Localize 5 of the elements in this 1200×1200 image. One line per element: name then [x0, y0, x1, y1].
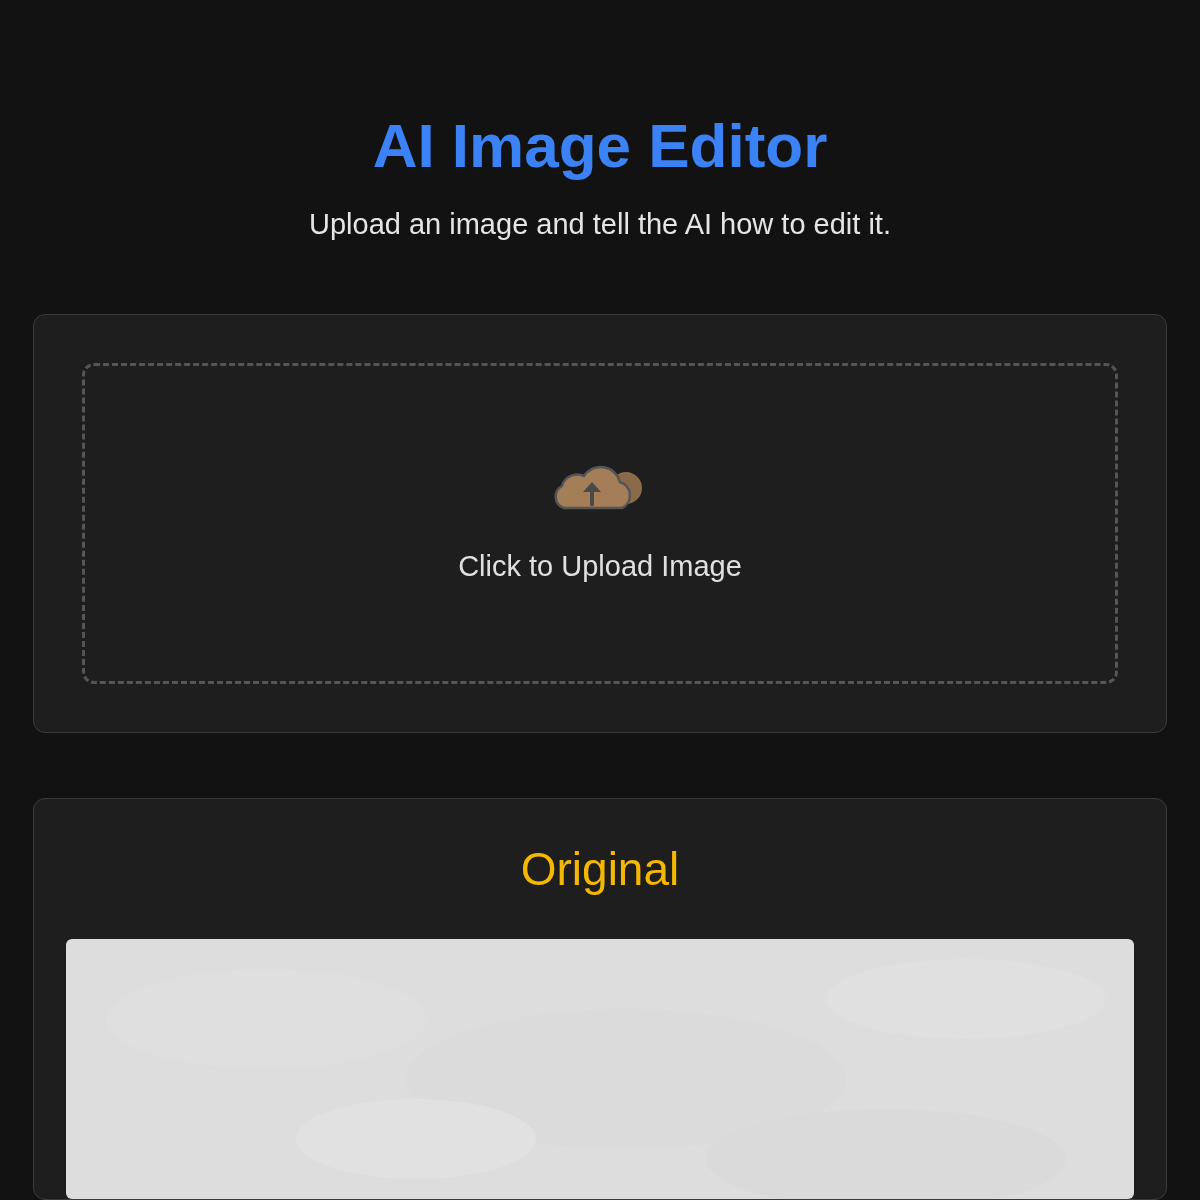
- upload-dropzone[interactable]: Click to Upload Image: [82, 363, 1118, 684]
- upload-label: Click to Upload Image: [458, 548, 742, 584]
- original-heading: Original: [520, 842, 680, 897]
- app-title: AI Image Editor: [372, 110, 828, 182]
- app-subtitle: Upload an image and tell the AI how to edit it.: [309, 207, 891, 242]
